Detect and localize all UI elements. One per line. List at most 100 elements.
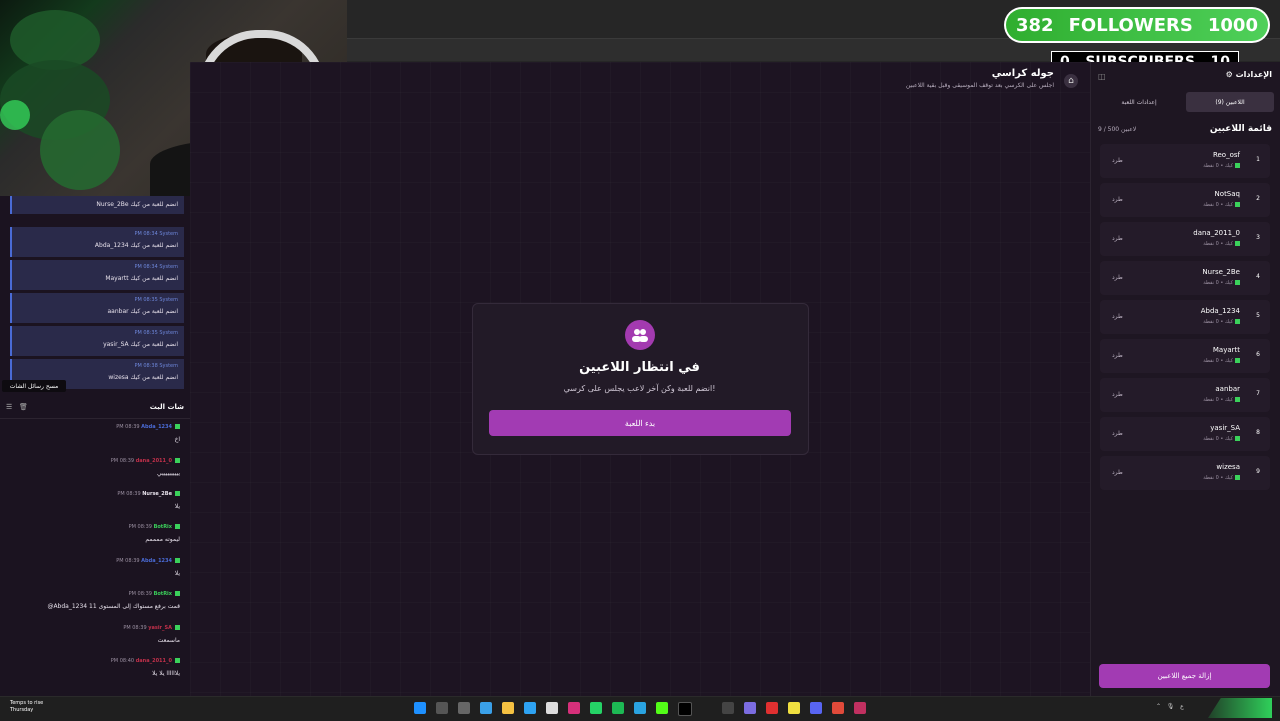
search-icon[interactable] (436, 702, 448, 714)
system-tray[interactable]: ⌃ 🎙 ع (1156, 703, 1184, 710)
kick-platform-icon (175, 491, 180, 496)
player-name: aanbar (1215, 385, 1240, 393)
task-view-icon[interactable] (458, 702, 470, 714)
chat-message-user[interactable]: dana_2011_0 (136, 458, 172, 464)
player-meta-text: كيك • 0 نقطة (1203, 202, 1233, 208)
kick-platform-icon (1235, 280, 1240, 285)
player-row: 2 NotSaq كيك • 0 نقطة طرد (1100, 183, 1270, 217)
chat-message-user[interactable]: Nurse_2Be (142, 491, 172, 497)
game-title: جوله كراسي (991, 68, 1054, 79)
clear-all-players-button[interactable]: إزالة جميع اللاعبين (1099, 664, 1270, 688)
tab-players[interactable]: اللاعبين (9) (1186, 92, 1274, 112)
waiting-subtitle: انضم للعبة وكن آخر لاعب يجلس على كرسي! (563, 384, 716, 393)
tab-game-settings[interactable]: إعدادات اللعبة (1096, 92, 1182, 112)
game-subtitle: اجلس على الكرسي بعد توقف الموسيقى وقبل ب… (905, 82, 1054, 89)
kick-button[interactable]: طرد (1112, 391, 1123, 398)
kick-button[interactable]: طرد (1112, 430, 1123, 437)
instagram-icon[interactable] (568, 702, 580, 714)
file-explorer-icon[interactable] (502, 702, 514, 714)
edge-icon[interactable] (524, 702, 536, 714)
telegram-icon[interactable] (634, 702, 646, 714)
player-meta: كيك • 0 نقطة (1203, 358, 1240, 364)
system-message-meta: PM 08:35 System (134, 297, 178, 303)
player-number: 9 (1256, 468, 1260, 475)
kick-platform-icon (175, 524, 180, 529)
chat-message-user[interactable]: BotRix (154, 591, 172, 597)
system-message-text: yasir_SA انضم للعبة من كيك (103, 341, 178, 348)
whatsapp-icon[interactable] (590, 702, 602, 714)
chat-message-user[interactable]: yasir_SA (148, 625, 172, 631)
player-row: 5 Abda_1234 كيك • 0 نقطة طرد (1100, 300, 1270, 334)
system-message-text: Abda_1234 انضم للعبة من كيك (94, 242, 178, 249)
discord-icon[interactable] (744, 702, 756, 714)
trash-icon[interactable]: 🗑 (19, 403, 28, 411)
chat-message-meta: PM 08:39 yasir_SA (10, 625, 180, 633)
weather-widget[interactable]: Temps to rise Thursday (10, 700, 43, 714)
followers-current: 382 (1016, 14, 1054, 36)
chat-message-user[interactable]: Abda_1234 (141, 558, 172, 564)
chat-message-time: PM 08:39 (117, 491, 141, 497)
chat-message-user[interactable]: BotRix (154, 524, 172, 530)
notes-icon[interactable] (788, 702, 800, 714)
app3-icon[interactable] (854, 702, 866, 714)
spotify-icon[interactable] (612, 702, 624, 714)
players-list-title: قائمة اللاعبين (1209, 124, 1272, 134)
player-meta-text: كيك • 0 نقطة (1203, 436, 1233, 442)
list-icon[interactable]: ☰ (6, 403, 12, 411)
kick-button[interactable]: طرد (1112, 196, 1123, 203)
app-icon[interactable] (766, 702, 778, 714)
chat-message: PM 08:40 dana_2011_0 يلاااااا يلا يلا (10, 658, 180, 677)
kick-button[interactable]: طرد (1112, 352, 1123, 359)
home-icon[interactable]: ⌂ (1064, 74, 1078, 88)
start-icon[interactable] (414, 702, 426, 714)
kick-button[interactable]: طرد (1112, 313, 1123, 320)
app2-icon[interactable] (810, 702, 822, 714)
settings-title: ⚙ الإعدادات (1225, 70, 1272, 79)
followers-counter: 382 FOLLOWERS 1000 (1004, 7, 1270, 43)
chat-message-text: يلاااااا يلا يلا (152, 670, 180, 677)
waiting-title: في انتظار اللاعبين (579, 360, 700, 375)
kick-button[interactable]: طرد (1112, 235, 1123, 242)
widgets-icon[interactable] (480, 702, 492, 714)
start-game-button[interactable]: بدء اللعبة (489, 410, 791, 436)
system-message-text: wizesa انضم للعبة من كيك (108, 374, 178, 381)
player-meta-text: كيك • 0 نقطة (1203, 358, 1233, 364)
chat-message: PM 08:39 BotRix @Abda_1234 قمت برفع مستوا… (10, 591, 180, 610)
player-meta: كيك • 0 نقطة (1203, 319, 1240, 325)
chat-message-meta: PM 08:39 Abda_1234 (10, 424, 180, 432)
kick-platform-icon (175, 591, 180, 596)
chat-message-meta: PM 08:39 BotRix (10, 591, 180, 599)
chat-message-text: يلا (174, 503, 180, 510)
kick-platform-icon (1235, 202, 1240, 207)
system-message-meta: PM 08:38 System (134, 363, 178, 369)
system-message-text: Nurse_2Be انضم للعبة من كيك (96, 201, 178, 208)
kick-platform-icon (175, 658, 180, 663)
kick-button[interactable]: طرد (1112, 157, 1123, 164)
system-message-text: aanbar انضم للعبة من كيك (107, 308, 178, 315)
player-name: NotSaq (1214, 190, 1240, 198)
chrome-icon[interactable] (832, 702, 844, 714)
settings-label: الإعدادات (1235, 70, 1272, 79)
player-row: 1 Reo_osf كيك • 0 نقطة طرد (1100, 144, 1270, 178)
chat-divider (0, 418, 190, 419)
kick-button[interactable]: طرد (1112, 469, 1123, 476)
chat-message-time: PM 08:39 (116, 424, 140, 430)
player-number: 2 (1256, 195, 1260, 202)
obs-icon[interactable] (722, 702, 734, 714)
kick-icon[interactable] (656, 702, 668, 714)
player-name: yasir_SA (1210, 424, 1240, 432)
chat-message-text: ييييييييييي (157, 470, 180, 477)
store-icon[interactable] (546, 702, 558, 714)
kick-platform-icon (175, 558, 180, 563)
chat-message-meta: PM 08:39 Nurse_2Be (10, 491, 180, 499)
chat-message-user[interactable]: Abda_1234 (141, 424, 172, 430)
chat-message-text: ماسمعت (157, 637, 180, 644)
player-row: 9 wizesa كيك • 0 نقطة طرد (1100, 456, 1270, 490)
system-message: PM 08:35 System yasir_SA انضم للعبة من كي… (10, 326, 184, 356)
chat-message: PM 08:39 Nurse_2Be يلا (10, 491, 180, 510)
kick-platform-icon (1235, 163, 1240, 168)
tiktok-icon[interactable] (678, 702, 692, 716)
collapse-icon[interactable]: ◫ (1098, 72, 1106, 81)
chat-message-user[interactable]: dana_2011_0 (136, 658, 172, 664)
kick-button[interactable]: طرد (1112, 274, 1123, 281)
